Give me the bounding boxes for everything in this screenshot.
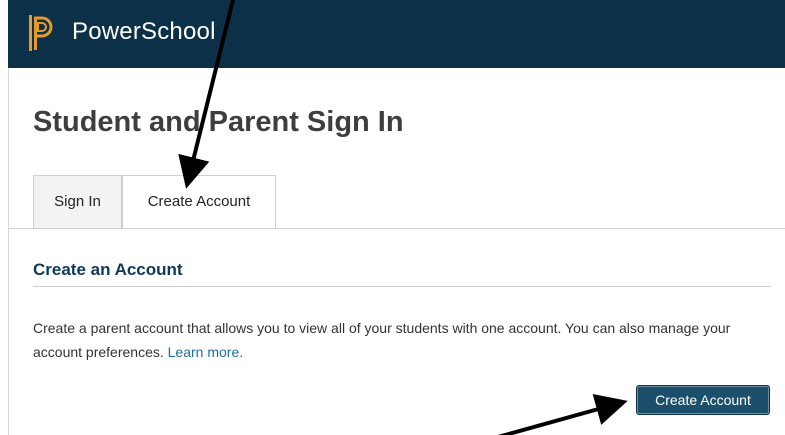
create-account-button[interactable]: Create Account <box>636 385 770 415</box>
learn-more-link[interactable]: Learn more. <box>168 344 243 360</box>
tab-sign-in[interactable]: Sign In <box>33 175 122 228</box>
app-header: PowerSchool <box>8 0 785 68</box>
tab-create-account[interactable]: Create Account <box>122 175 276 229</box>
section-title: Create an Account <box>33 260 183 279</box>
content-left-border <box>8 68 9 435</box>
page-title: Student and Parent Sign In <box>33 106 404 138</box>
section-divider <box>33 286 771 287</box>
brand-name: PowerSchool <box>72 18 216 45</box>
description-text: Create a parent account that allows you … <box>33 320 731 360</box>
powerschool-logo-icon <box>29 15 53 51</box>
tabs-divider <box>8 228 785 229</box>
page-container: PowerSchool Student and Parent Sign In S… <box>8 0 785 435</box>
section-description: Create a parent account that allows you … <box>33 316 773 364</box>
